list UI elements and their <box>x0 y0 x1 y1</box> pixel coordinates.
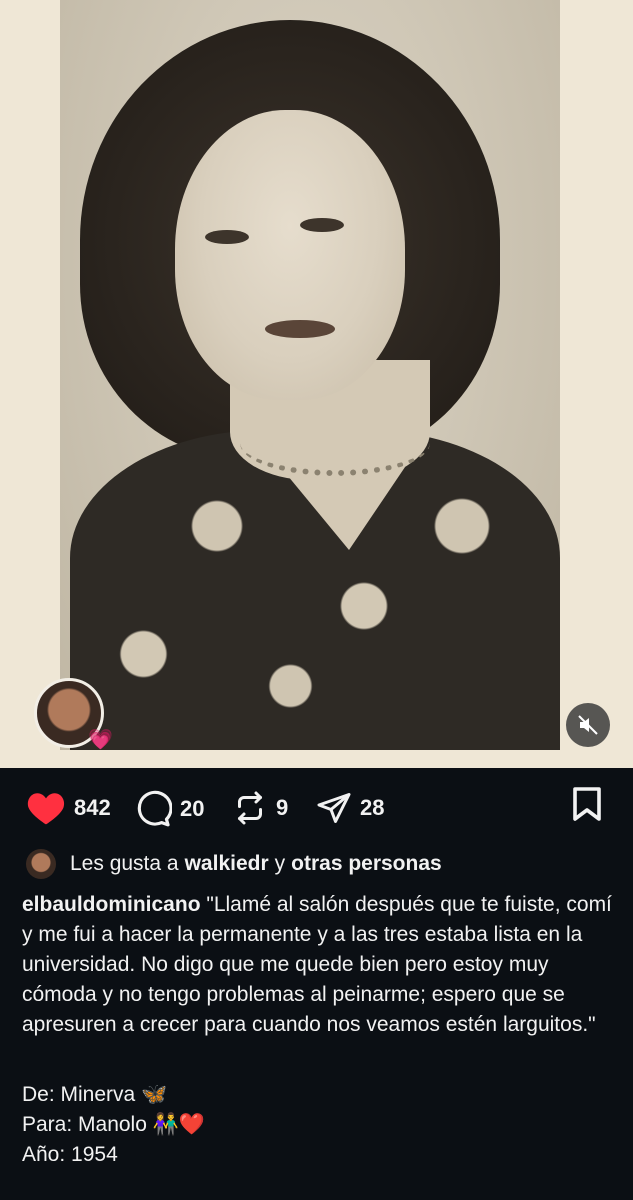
liked-by-conjunction: y <box>274 852 286 875</box>
post-photo[interactable] <box>0 0 633 768</box>
repost-icon <box>238 791 262 825</box>
bookmark-icon <box>573 787 601 821</box>
heart-icon <box>27 793 65 825</box>
post-caption: elbauldominicano "Llamé al salón después… <box>22 890 622 1170</box>
mute-icon <box>578 715 598 735</box>
like-button[interactable]: 842 <box>26 790 111 826</box>
send-icon <box>317 793 351 823</box>
shares-count: 28 <box>360 795 385 820</box>
share-button[interactable]: 28 <box>316 790 384 826</box>
portrait-eye-right <box>300 218 344 232</box>
likes-count: 842 <box>74 795 111 820</box>
caption-line-anio: Año: 1954 <box>22 1143 118 1166</box>
portrait-lips <box>265 320 335 338</box>
caption-line-para: Para: Manolo 👫❤️ <box>22 1113 206 1136</box>
comment-icon <box>137 790 172 827</box>
reposts-count: 9 <box>276 795 289 820</box>
portrait-necklace <box>240 410 430 476</box>
bookmark-button[interactable] <box>570 786 604 827</box>
heart-badge-icon: 💗 <box>88 729 113 751</box>
caption-line-de: De: Minerva 🦋 <box>22 1083 168 1106</box>
liked-by-line[interactable]: Les gusta a walkiedr y otras personas <box>26 846 448 882</box>
liked-by-prefix: Les gusta a <box>70 852 179 875</box>
comment-button[interactable]: 20 <box>134 790 204 828</box>
portrait-face <box>175 110 405 400</box>
post-actions: 842 20 9 28 <box>0 770 633 844</box>
liker-avatar <box>26 849 56 879</box>
portrait-eye-left <box>205 230 249 244</box>
liked-by-user[interactable]: walkiedr <box>185 852 269 876</box>
caption-username[interactable]: elbauldominicano <box>22 893 201 916</box>
mute-button[interactable] <box>566 703 610 747</box>
comments-count: 20 <box>180 796 205 821</box>
repost-button[interactable]: 9 <box>232 790 288 826</box>
liked-by-others[interactable]: otras personas <box>291 852 442 876</box>
